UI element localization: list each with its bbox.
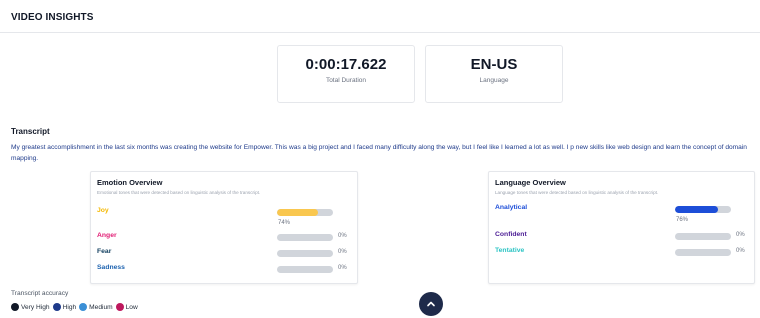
accuracy-legend: Very High High Medium Low	[11, 303, 141, 311]
language-tone-bar	[675, 249, 731, 256]
emotion-bar	[277, 209, 333, 216]
legend-item-very-high: Very High	[11, 303, 50, 311]
emotion-row-fear: Fear 0%	[97, 247, 347, 259]
very-high-dot-icon	[11, 303, 19, 311]
language-overview-title: Language Overview	[495, 178, 566, 187]
legend-label: High	[62, 303, 77, 311]
language-row-tentative: Tentative 0%	[495, 246, 745, 258]
emotion-label: Anger	[97, 232, 117, 239]
chevron-up-icon	[427, 301, 435, 307]
total-duration-value: 0:00:17.622	[305, 56, 387, 73]
emotion-row-joy: Joy 74%	[97, 206, 347, 226]
emotion-bar-fill	[277, 209, 319, 216]
section-header: VIDEO INSIGHTS	[0, 0, 760, 33]
legend-label: Medium	[89, 303, 113, 311]
language-tone-label: Analytical	[495, 204, 528, 211]
language-row-analytical: Analytical 76%	[495, 203, 745, 223]
emotion-percent: 0%	[338, 249, 347, 255]
low-dot-icon	[115, 303, 124, 311]
language-tone-percent: 0%	[736, 248, 745, 254]
language-row-confident: Confident 0%	[495, 230, 745, 242]
transcript-heading: Transcript	[11, 127, 50, 136]
emotion-overview-title: Emotion Overview	[97, 178, 163, 187]
language-tone-label: Confident	[495, 231, 527, 238]
emotion-percent: 0%	[338, 233, 347, 239]
high-dot-icon	[52, 303, 61, 311]
scroll-to-top-button[interactable]	[419, 292, 443, 316]
emotion-overview-panel: Emotion Overview Emotional tones that we…	[90, 171, 358, 284]
language-overview-panel: Language Overview Language tones that we…	[488, 171, 755, 284]
medium-dot-icon	[79, 303, 88, 311]
emotion-bar	[277, 250, 333, 257]
language-tone-bar	[675, 206, 731, 213]
emotion-percent: 0%	[338, 265, 347, 271]
legend-item-high: High	[52, 303, 77, 311]
emotion-bar	[277, 266, 333, 273]
language-tone-label: Tentative	[495, 247, 525, 254]
emotion-bar	[277, 234, 333, 241]
legend-item-medium: Medium	[79, 303, 113, 311]
emotion-label: Fear	[97, 248, 112, 255]
language-tone-percent: 0%	[736, 232, 745, 238]
language-card: EN-US Language	[425, 45, 563, 103]
language-tone-bar-fill	[675, 206, 718, 213]
emotion-overview-subtitle: Emotional tones that were detected based…	[97, 190, 261, 195]
language-overview-subtitle: Language tones that were detected based …	[495, 190, 659, 195]
emotion-label: Sadness	[97, 264, 125, 271]
legend-item-low: Low	[115, 303, 138, 311]
language-value: EN-US	[470, 56, 518, 73]
language-tone-bar	[675, 233, 731, 240]
total-duration-label: Total Duration	[325, 77, 367, 84]
emotion-label: Joy	[97, 207, 109, 214]
legend-label: Very High	[21, 303, 50, 311]
transcript-accuracy-title: Transcript accuracy	[11, 290, 69, 297]
total-duration-card: 0:00:17.622 Total Duration	[277, 45, 415, 103]
language-tone-percent: 76%	[676, 217, 689, 223]
emotion-row-anger: Anger 0%	[97, 231, 347, 243]
emotion-row-sadness: Sadness 0%	[97, 263, 347, 275]
page-title: VIDEO INSIGHTS	[11, 12, 94, 23]
language-label: Language	[479, 77, 509, 84]
transcript-text: My greatest accomplishment in the last s…	[11, 144, 747, 162]
legend-label: Low	[125, 303, 138, 311]
emotion-percent: 74%	[278, 220, 291, 226]
